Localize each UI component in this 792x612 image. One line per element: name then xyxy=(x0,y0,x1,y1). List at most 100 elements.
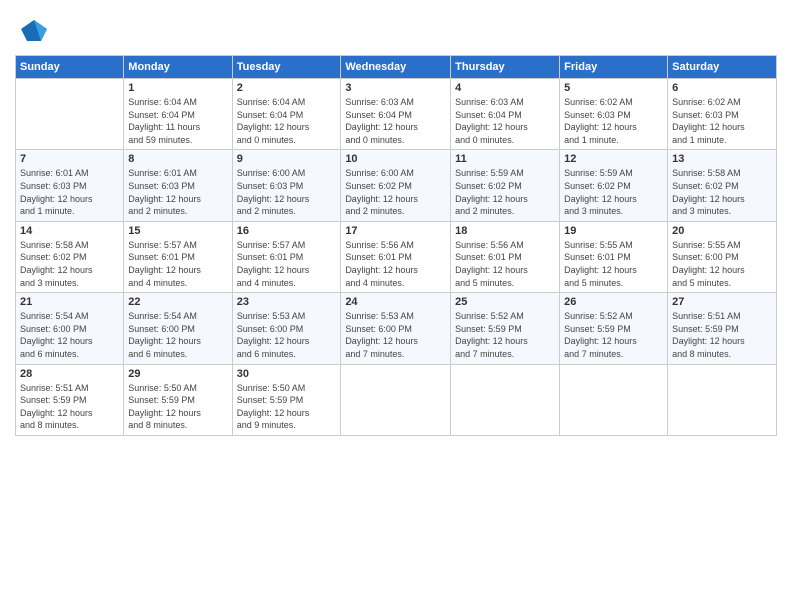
calendar-cell: 14 Sunrise: 5:58 AM Sunset: 6:02 PM Dayli… xyxy=(16,221,124,292)
day-info: Sunrise: 6:04 AM Sunset: 6:04 PM Dayligh… xyxy=(237,96,337,146)
day-number: 20 xyxy=(672,225,772,237)
calendar-cell: 7Sunrise: 6:01 AM Sunset: 6:03 PM Daylig… xyxy=(16,150,124,221)
calendar-cell: 24 Sunrise: 5:53 AM Sunset: 6:00 PM Dayli… xyxy=(341,293,451,364)
day-info: Sunrise: 5:50 AM Sunset: 5:59 PM Dayligh… xyxy=(128,382,227,432)
calendar-cell: 17 Sunrise: 5:56 AM Sunset: 6:01 PM Dayli… xyxy=(341,221,451,292)
calendar-cell: 18 Sunrise: 5:56 AM Sunset: 6:01 PM Dayli… xyxy=(451,221,560,292)
logo-icon xyxy=(19,15,49,45)
day-info: Sunrise: 6:03 AM Sunset: 6:04 PM Dayligh… xyxy=(455,96,555,146)
calendar-cell: 29 Sunrise: 5:50 AM Sunset: 5:59 PM Dayli… xyxy=(124,364,232,435)
day-number: 28 xyxy=(20,368,119,380)
calendar-cell: 6Sunrise: 6:02 AM Sunset: 6:03 PM Daylig… xyxy=(668,79,777,150)
calendar-cell: 3 Sunrise: 6:03 AM Sunset: 6:04 PM Daylig… xyxy=(341,79,451,150)
day-info: Sunrise: 5:57 AM Sunset: 6:01 PM Dayligh… xyxy=(128,239,227,289)
day-info: Sunrise: 5:56 AM Sunset: 6:01 PM Dayligh… xyxy=(345,239,446,289)
day-number: 18 xyxy=(455,225,555,237)
day-info: Sunrise: 5:52 AM Sunset: 5:59 PM Dayligh… xyxy=(455,310,555,360)
day-info: Sunrise: 6:02 AM Sunset: 6:03 PM Dayligh… xyxy=(672,96,772,146)
calendar-cell: 2 Sunrise: 6:04 AM Sunset: 6:04 PM Daylig… xyxy=(232,79,341,150)
calendar-cell: 5Sunrise: 6:02 AM Sunset: 6:03 PM Daylig… xyxy=(560,79,668,150)
calendar-week-3: 21 Sunrise: 5:54 AM Sunset: 6:00 PM Dayli… xyxy=(16,293,777,364)
calendar-header-row: SundayMondayTuesdayWednesdayThursdayFrid… xyxy=(16,56,777,79)
day-info: Sunrise: 5:53 AM Sunset: 6:00 PM Dayligh… xyxy=(237,310,337,360)
calendar-header-thursday: Thursday xyxy=(451,56,560,79)
calendar-header-wednesday: Wednesday xyxy=(341,56,451,79)
day-info: Sunrise: 5:56 AM Sunset: 6:01 PM Dayligh… xyxy=(455,239,555,289)
day-info: Sunrise: 6:00 AM Sunset: 6:03 PM Dayligh… xyxy=(237,167,337,217)
day-info: Sunrise: 5:51 AM Sunset: 5:59 PM Dayligh… xyxy=(672,310,772,360)
day-number: 27 xyxy=(672,296,772,308)
day-info: Sunrise: 5:58 AM Sunset: 6:02 PM Dayligh… xyxy=(20,239,119,289)
day-info: Sunrise: 6:00 AM Sunset: 6:02 PM Dayligh… xyxy=(345,167,446,217)
calendar-cell xyxy=(341,364,451,435)
calendar-cell: 13 Sunrise: 5:58 AM Sunset: 6:02 PM Dayli… xyxy=(668,150,777,221)
day-info: Sunrise: 5:52 AM Sunset: 5:59 PM Dayligh… xyxy=(564,310,663,360)
day-info: Sunrise: 5:54 AM Sunset: 6:00 PM Dayligh… xyxy=(128,310,227,360)
day-number: 2 xyxy=(237,82,337,94)
day-number: 23 xyxy=(237,296,337,308)
day-info: Sunrise: 6:01 AM Sunset: 6:03 PM Dayligh… xyxy=(20,167,119,217)
calendar-table: SundayMondayTuesdayWednesdayThursdayFrid… xyxy=(15,55,777,436)
day-number: 24 xyxy=(345,296,446,308)
day-info: Sunrise: 5:55 AM Sunset: 6:01 PM Dayligh… xyxy=(564,239,663,289)
calendar-header-tuesday: Tuesday xyxy=(232,56,341,79)
calendar-cell: 28Sunrise: 5:51 AM Sunset: 5:59 PM Dayli… xyxy=(16,364,124,435)
day-number: 3 xyxy=(345,82,446,94)
calendar-header-monday: Monday xyxy=(124,56,232,79)
calendar-cell xyxy=(668,364,777,435)
day-info: Sunrise: 6:03 AM Sunset: 6:04 PM Dayligh… xyxy=(345,96,446,146)
day-number: 9 xyxy=(237,153,337,165)
day-info: Sunrise: 5:58 AM Sunset: 6:02 PM Dayligh… xyxy=(672,167,772,217)
day-number: 29 xyxy=(128,368,227,380)
day-number: 19 xyxy=(564,225,663,237)
calendar-cell: 15 Sunrise: 5:57 AM Sunset: 6:01 PM Dayli… xyxy=(124,221,232,292)
calendar-cell: 22 Sunrise: 5:54 AM Sunset: 6:00 PM Dayli… xyxy=(124,293,232,364)
calendar-week-4: 28Sunrise: 5:51 AM Sunset: 5:59 PM Dayli… xyxy=(16,364,777,435)
day-number: 17 xyxy=(345,225,446,237)
day-number: 8 xyxy=(128,153,227,165)
calendar-cell: 8 Sunrise: 6:01 AM Sunset: 6:03 PM Daylig… xyxy=(124,150,232,221)
calendar-cell: 11 Sunrise: 5:59 AM Sunset: 6:02 PM Dayli… xyxy=(451,150,560,221)
calendar-cell: 30 Sunrise: 5:50 AM Sunset: 5:59 PM Dayli… xyxy=(232,364,341,435)
day-info: Sunrise: 5:50 AM Sunset: 5:59 PM Dayligh… xyxy=(237,382,337,432)
calendar-cell: 27 Sunrise: 5:51 AM Sunset: 5:59 PM Dayli… xyxy=(668,293,777,364)
day-info: Sunrise: 6:01 AM Sunset: 6:03 PM Dayligh… xyxy=(128,167,227,217)
page: SundayMondayTuesdayWednesdayThursdayFrid… xyxy=(0,0,792,612)
calendar-cell: 4 Sunrise: 6:03 AM Sunset: 6:04 PM Daylig… xyxy=(451,79,560,150)
calendar-cell: 21 Sunrise: 5:54 AM Sunset: 6:00 PM Dayli… xyxy=(16,293,124,364)
day-info: Sunrise: 5:59 AM Sunset: 6:02 PM Dayligh… xyxy=(564,167,663,217)
calendar-cell: 1Sunrise: 6:04 AM Sunset: 6:04 PM Daylig… xyxy=(124,79,232,150)
calendar-cell xyxy=(451,364,560,435)
calendar-cell: 26Sunrise: 5:52 AM Sunset: 5:59 PM Dayli… xyxy=(560,293,668,364)
calendar-header-saturday: Saturday xyxy=(668,56,777,79)
day-number: 12 xyxy=(564,153,663,165)
calendar-week-1: 7Sunrise: 6:01 AM Sunset: 6:03 PM Daylig… xyxy=(16,150,777,221)
day-number: 22 xyxy=(128,296,227,308)
calendar-cell: 12 Sunrise: 5:59 AM Sunset: 6:02 PM Dayli… xyxy=(560,150,668,221)
day-number: 11 xyxy=(455,153,555,165)
calendar-cell: 19 Sunrise: 5:55 AM Sunset: 6:01 PM Dayli… xyxy=(560,221,668,292)
day-info: Sunrise: 5:53 AM Sunset: 6:00 PM Dayligh… xyxy=(345,310,446,360)
day-number: 14 xyxy=(20,225,119,237)
calendar-cell: 10Sunrise: 6:00 AM Sunset: 6:02 PM Dayli… xyxy=(341,150,451,221)
day-number: 16 xyxy=(237,225,337,237)
calendar-header-sunday: Sunday xyxy=(16,56,124,79)
day-number: 5 xyxy=(564,82,663,94)
calendar-cell: 20Sunrise: 5:55 AM Sunset: 6:00 PM Dayli… xyxy=(668,221,777,292)
day-info: Sunrise: 5:59 AM Sunset: 6:02 PM Dayligh… xyxy=(455,167,555,217)
calendar-week-2: 14 Sunrise: 5:58 AM Sunset: 6:02 PM Dayli… xyxy=(16,221,777,292)
calendar-cell: 9 Sunrise: 6:00 AM Sunset: 6:03 PM Daylig… xyxy=(232,150,341,221)
calendar-cell: 23 Sunrise: 5:53 AM Sunset: 6:00 PM Dayli… xyxy=(232,293,341,364)
day-number: 1 xyxy=(128,82,227,94)
day-number: 30 xyxy=(237,368,337,380)
logo xyxy=(15,15,49,45)
calendar-cell xyxy=(16,79,124,150)
day-number: 21 xyxy=(20,296,119,308)
day-number: 15 xyxy=(128,225,227,237)
day-number: 13 xyxy=(672,153,772,165)
calendar-cell: 16Sunrise: 5:57 AM Sunset: 6:01 PM Dayli… xyxy=(232,221,341,292)
calendar-cell xyxy=(560,364,668,435)
calendar-header-friday: Friday xyxy=(560,56,668,79)
day-number: 4 xyxy=(455,82,555,94)
day-info: Sunrise: 5:54 AM Sunset: 6:00 PM Dayligh… xyxy=(20,310,119,360)
